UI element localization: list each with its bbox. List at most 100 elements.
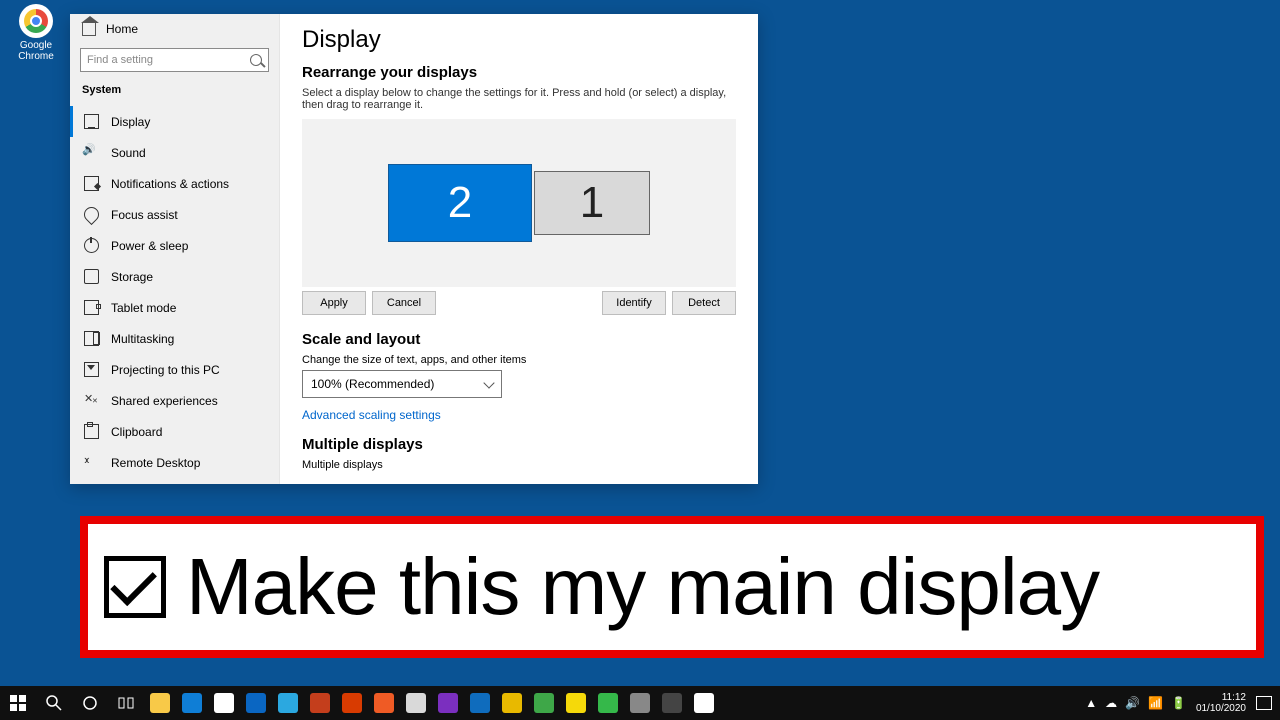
cortana-button[interactable] bbox=[72, 686, 108, 720]
taskbar-app-15[interactable] bbox=[624, 686, 656, 720]
tray-volume-icon[interactable]: 🔊 bbox=[1125, 696, 1140, 710]
app-icon bbox=[342, 693, 362, 713]
app-icon bbox=[470, 693, 490, 713]
taskbar-app-3[interactable] bbox=[240, 686, 272, 720]
identify-button[interactable]: Identify bbox=[602, 291, 666, 315]
sidebar-item-multitask[interactable]: Multitasking bbox=[70, 323, 279, 354]
scale-label: Change the size of text, apps, and other… bbox=[302, 354, 736, 366]
monitor-1[interactable]: 1 bbox=[534, 171, 650, 235]
taskbar-clock[interactable]: 11:12 01/10/2020 bbox=[1196, 692, 1246, 714]
advanced-scaling-link[interactable]: Advanced scaling settings bbox=[302, 408, 736, 422]
rearrange-heading: Rearrange your displays bbox=[302, 64, 736, 81]
taskbar-app-2[interactable] bbox=[208, 686, 240, 720]
settings-main: Display Rearrange your displays Select a… bbox=[280, 14, 758, 484]
sidebar-item-display[interactable]: Display bbox=[70, 106, 279, 137]
sound-icon bbox=[84, 145, 99, 160]
sidebar-item-storage[interactable]: Storage bbox=[70, 261, 279, 292]
search-input[interactable]: Find a setting bbox=[80, 48, 269, 72]
action-center-button[interactable] bbox=[1256, 696, 1272, 710]
sidebar-item-sound[interactable]: Sound bbox=[70, 137, 279, 168]
taskbar-app-1[interactable] bbox=[176, 686, 208, 720]
clock-date: 01/10/2020 bbox=[1196, 703, 1246, 714]
app-icon bbox=[214, 693, 234, 713]
tray-onedrive-icon[interactable]: ☁ bbox=[1105, 696, 1117, 710]
sidebar-item-clipboard[interactable]: Clipboard bbox=[70, 416, 279, 447]
settings-window: Home Find a setting System Display Sound… bbox=[70, 14, 758, 484]
app-icon bbox=[630, 693, 650, 713]
app-icon bbox=[438, 693, 458, 713]
sidebar-item-shared[interactable]: Shared experiences bbox=[70, 385, 279, 416]
remote-icon bbox=[84, 455, 99, 470]
sidebar-item-power[interactable]: Power & sleep bbox=[70, 230, 279, 261]
taskbar-app-17[interactable] bbox=[688, 686, 720, 720]
taskbar-app-0[interactable] bbox=[144, 686, 176, 720]
app-icon bbox=[662, 693, 682, 713]
app-icon bbox=[694, 693, 714, 713]
app-icon bbox=[150, 693, 170, 713]
taskbar-app-9[interactable] bbox=[432, 686, 464, 720]
app-icon bbox=[246, 693, 266, 713]
search-icon bbox=[46, 695, 62, 711]
search-button[interactable] bbox=[36, 686, 72, 720]
scale-heading: Scale and layout bbox=[302, 331, 736, 348]
sidebar-item-notifications[interactable]: Notifications & actions bbox=[70, 168, 279, 199]
desktop-icon-label: Google Chrome bbox=[6, 40, 66, 62]
sidebar-item-focus[interactable]: Focus assist bbox=[70, 199, 279, 230]
cortana-icon bbox=[82, 695, 98, 711]
taskbar-app-8[interactable] bbox=[400, 686, 432, 720]
taskview-button[interactable] bbox=[108, 686, 144, 720]
taskbar-app-7[interactable] bbox=[368, 686, 400, 720]
windows-icon bbox=[10, 695, 26, 711]
tray-battery-icon[interactable]: 🔋 bbox=[1171, 696, 1186, 710]
focus-icon bbox=[81, 204, 102, 225]
app-icon bbox=[598, 693, 618, 713]
multitask-icon bbox=[84, 331, 99, 346]
sidebar-item-projecting[interactable]: Projecting to this PC bbox=[70, 354, 279, 385]
taskbar-app-4[interactable] bbox=[272, 686, 304, 720]
tray-chevron-icon[interactable]: ▲ bbox=[1085, 696, 1097, 710]
monitor-2[interactable]: 2 bbox=[388, 164, 532, 242]
app-icon bbox=[502, 693, 522, 713]
taskbar-app-12[interactable] bbox=[528, 686, 560, 720]
taskbar-apps bbox=[144, 686, 720, 720]
page-title: Display bbox=[302, 26, 736, 54]
scale-dropdown[interactable]: 100% (Recommended) bbox=[302, 370, 502, 398]
multiple-displays-heading: Multiple displays bbox=[302, 436, 736, 453]
chevron-down-icon bbox=[483, 377, 494, 388]
scale-value: 100% (Recommended) bbox=[311, 377, 434, 391]
home-button[interactable]: Home bbox=[70, 14, 279, 44]
taskbar: ▲ ☁ 🔊 📶 🔋 11:12 01/10/2020 bbox=[0, 686, 1280, 720]
apply-button[interactable]: Apply bbox=[302, 291, 366, 315]
tablet-icon bbox=[84, 300, 99, 315]
taskbar-app-6[interactable] bbox=[336, 686, 368, 720]
tray-network-icon[interactable]: 📶 bbox=[1148, 696, 1163, 710]
app-icon bbox=[278, 693, 298, 713]
projecting-icon bbox=[84, 362, 99, 377]
display-icon bbox=[84, 114, 99, 129]
taskview-icon bbox=[118, 695, 134, 711]
taskbar-app-11[interactable] bbox=[496, 686, 528, 720]
cancel-button[interactable]: Cancel bbox=[372, 291, 436, 315]
settings-sidebar: Home Find a setting System Display Sound… bbox=[70, 14, 280, 484]
taskbar-app-5[interactable] bbox=[304, 686, 336, 720]
search-icon bbox=[250, 54, 262, 66]
power-icon bbox=[84, 238, 99, 253]
main-display-checkbox[interactable] bbox=[104, 556, 166, 618]
taskbar-app-10[interactable] bbox=[464, 686, 496, 720]
detect-button[interactable]: Detect bbox=[672, 291, 736, 315]
desktop-icon-chrome[interactable]: Google Chrome bbox=[6, 4, 66, 62]
sidebar-item-remote[interactable]: Remote Desktop bbox=[70, 447, 279, 478]
taskbar-app-16[interactable] bbox=[656, 686, 688, 720]
app-icon bbox=[534, 693, 554, 713]
main-display-label: Make this my main display bbox=[186, 547, 1099, 627]
app-icon bbox=[310, 693, 330, 713]
sidebar-menu: Display Sound Notifications & actions Fo… bbox=[70, 106, 279, 478]
display-arrange-area[interactable]: 2 1 bbox=[302, 119, 736, 287]
sidebar-item-tablet[interactable]: Tablet mode bbox=[70, 292, 279, 323]
system-tray[interactable]: ▲ ☁ 🔊 📶 🔋 bbox=[1085, 696, 1186, 710]
app-icon bbox=[566, 693, 586, 713]
start-button[interactable] bbox=[0, 686, 36, 720]
chrome-icon bbox=[19, 4, 53, 38]
taskbar-app-13[interactable] bbox=[560, 686, 592, 720]
taskbar-app-14[interactable] bbox=[592, 686, 624, 720]
